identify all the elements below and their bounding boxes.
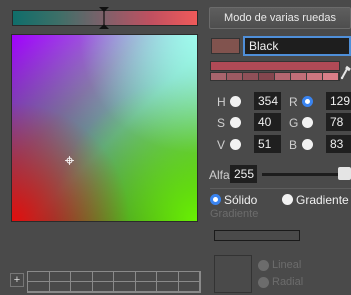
linear-label: Lineal xyxy=(272,259,302,271)
swatch-slot[interactable] xyxy=(71,272,93,282)
value-field[interactable]: 51 xyxy=(254,135,281,153)
green-field[interactable]: 78 xyxy=(326,113,351,131)
swatch-slot[interactable] xyxy=(135,272,157,282)
swatch-slot[interactable] xyxy=(135,282,157,292)
swatch-slot[interactable] xyxy=(49,282,71,292)
solid-radio[interactable] xyxy=(210,194,221,205)
green-label: G xyxy=(289,116,299,130)
red-label: R xyxy=(289,95,298,109)
color-field-shading xyxy=(12,35,197,221)
swatch-slot[interactable] xyxy=(92,282,114,292)
alpha-label: Alfa xyxy=(209,168,230,182)
shade-swatch[interactable] xyxy=(291,73,307,80)
alpha-field[interactable]: 255 xyxy=(230,165,257,183)
hue-field[interactable]: 354 xyxy=(254,92,281,110)
value-radio[interactable] xyxy=(230,139,241,150)
hue-radio[interactable] xyxy=(230,96,241,107)
gradient-label: Gradiente xyxy=(296,193,349,207)
shade-swatch[interactable] xyxy=(259,73,275,80)
red-field[interactable]: 129 xyxy=(326,92,351,110)
hue-label: H xyxy=(217,95,226,109)
shade-swatch[interactable] xyxy=(227,73,243,80)
color-picker-crosshair[interactable] xyxy=(65,156,74,165)
shade-strip[interactable] xyxy=(210,72,340,81)
color-name-field[interactable]: Black xyxy=(243,36,351,56)
alpha-slider-track[interactable] xyxy=(262,173,346,176)
swatch-slot[interactable] xyxy=(157,272,179,282)
swatch-slot[interactable] xyxy=(114,282,136,292)
swatch-slot[interactable] xyxy=(92,272,114,282)
current-color-swatch xyxy=(211,38,240,54)
value-label: V xyxy=(217,138,226,152)
color-picker-field[interactable] xyxy=(11,34,198,222)
shade-swatch[interactable] xyxy=(307,73,323,80)
solid-label: Sólido xyxy=(224,193,258,207)
gradient-section-label: Gradiente xyxy=(210,208,259,220)
multi-wheel-mode-button[interactable]: Modo de varias ruedas xyxy=(209,7,351,29)
shade-swatch[interactable] xyxy=(243,73,259,80)
section-divider xyxy=(210,188,351,189)
shade-swatch[interactable] xyxy=(211,73,227,80)
shade-swatch[interactable] xyxy=(275,73,291,80)
add-swatch-button[interactable]: + xyxy=(10,273,24,287)
swatch-slot[interactable] xyxy=(28,282,50,292)
gradient-bar xyxy=(214,230,300,241)
custom-swatch-grid[interactable] xyxy=(27,271,201,293)
blue-radio[interactable] xyxy=(302,139,313,150)
swatch-slot[interactable] xyxy=(71,282,93,292)
radial-label: Radial xyxy=(272,276,304,288)
swatch-slot[interactable] xyxy=(28,272,50,282)
swatch-slot[interactable] xyxy=(157,282,179,292)
blue-field[interactable]: 83 xyxy=(326,135,351,153)
saturation-label: S xyxy=(217,116,226,130)
saturation-radio[interactable] xyxy=(230,117,241,128)
green-radio[interactable] xyxy=(302,117,313,128)
saturation-field[interactable]: 40 xyxy=(254,113,281,131)
swatch-slot[interactable] xyxy=(114,272,136,282)
eyedropper-icon[interactable] xyxy=(340,64,351,80)
linear-radio xyxy=(258,260,269,271)
shade-strip-main[interactable] xyxy=(210,61,340,71)
gradient-radio[interactable] xyxy=(282,194,293,205)
radial-radio xyxy=(258,277,269,288)
hue-slider-handle[interactable] xyxy=(98,6,110,30)
swatch-slot[interactable] xyxy=(49,272,71,282)
swatch-slot[interactable] xyxy=(178,282,200,292)
shade-swatch[interactable] xyxy=(323,73,339,80)
gradient-preview xyxy=(214,255,252,293)
blue-label: B xyxy=(289,138,298,152)
swatch-slot[interactable] xyxy=(178,272,200,282)
alpha-slider-handle[interactable] xyxy=(338,167,351,180)
red-radio[interactable] xyxy=(302,96,313,107)
